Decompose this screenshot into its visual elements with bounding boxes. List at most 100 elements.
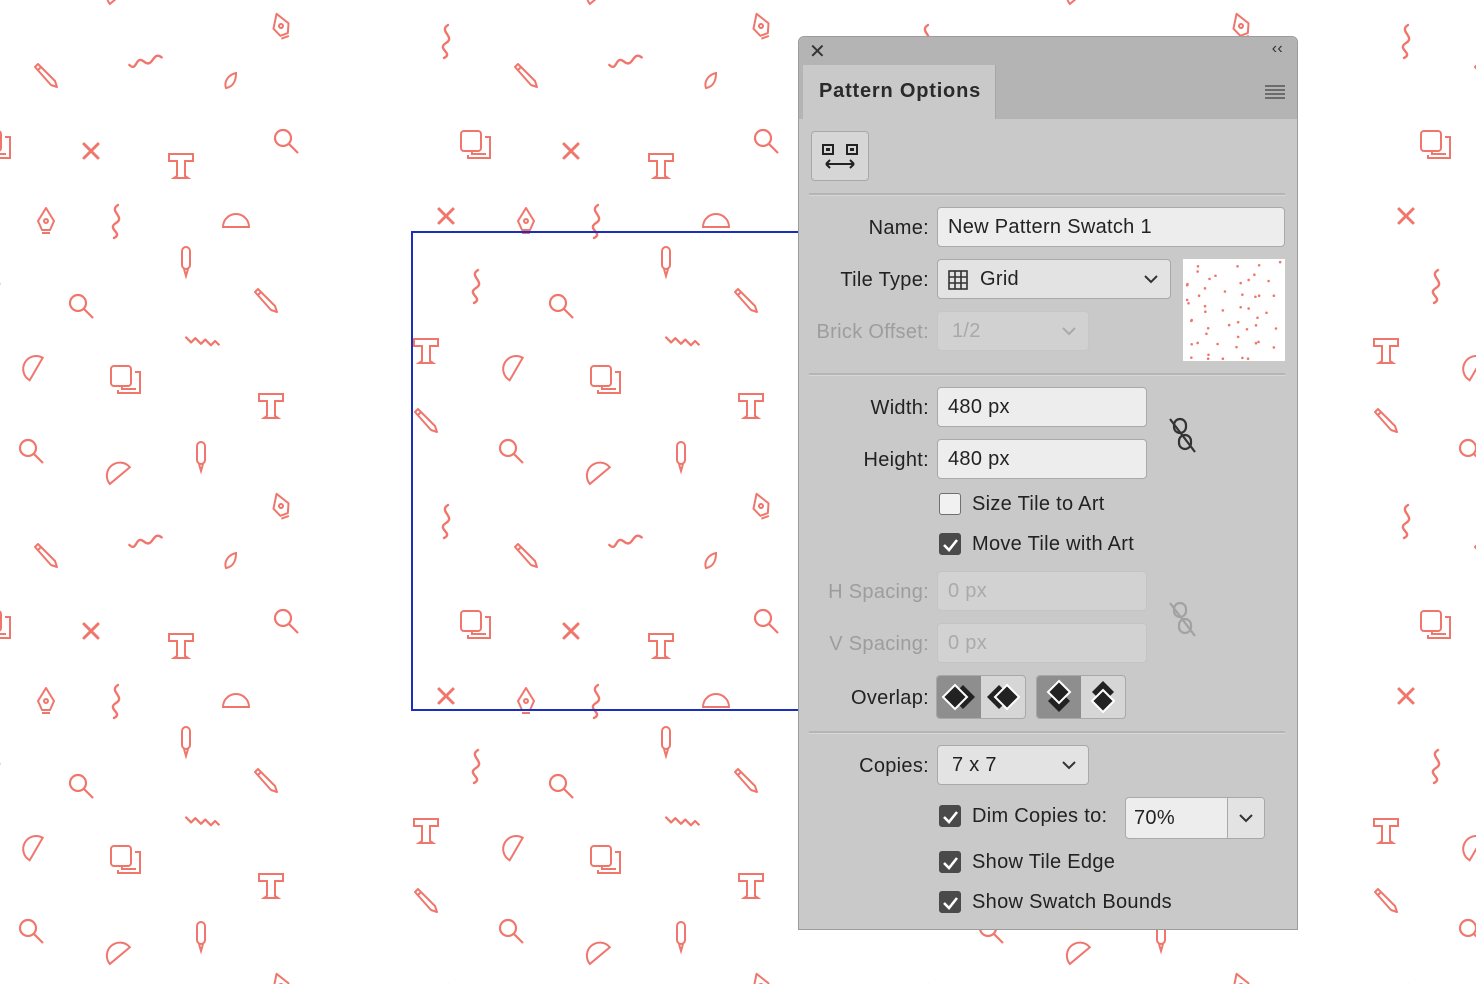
tile-type-select[interactable]: Grid <box>937 259 1171 299</box>
preview-dot <box>1253 273 1256 276</box>
divider <box>809 373 1285 376</box>
pattern-pencil-icon <box>254 768 278 793</box>
pattern-squig-icon <box>1431 748 1441 785</box>
overlap-top-front-button[interactable] <box>1037 676 1081 718</box>
pattern-tile-tool-button[interactable] <box>811 131 869 181</box>
pattern-half-icon <box>702 213 730 228</box>
show-tile-edge-checkbox[interactable] <box>939 851 961 873</box>
preview-dot <box>1223 290 1227 293</box>
pattern-T-icon <box>413 818 439 844</box>
show-tile-edge-label: Show Tile Edge <box>972 851 1116 873</box>
pattern-tile-tool-icon <box>822 144 858 169</box>
move-tile-with-art-label: Move Tile with Art <box>972 533 1135 555</box>
dim-copies-combo[interactable]: 70% <box>1125 797 1265 839</box>
chevron-down-icon <box>1239 814 1253 823</box>
tile-type-label: Tile Type: <box>840 269 929 291</box>
close-icon[interactable]: ✕ <box>809 39 826 64</box>
h-spacing-label: H Spacing: <box>828 581 929 603</box>
panel-menu-icon[interactable] <box>1265 85 1285 99</box>
pattern-squig-icon <box>441 23 451 60</box>
overlap-vertical-group <box>1036 675 1126 719</box>
preview-dot <box>1204 310 1207 313</box>
pattern-options-panel: ✕ ‹‹ Pattern Options Name: New Pattern S… <box>798 36 1298 930</box>
copies-select[interactable]: 7 x 7 <box>937 745 1089 785</box>
overlap-left-front-icon <box>941 683 975 711</box>
grid-icon <box>948 270 968 290</box>
pattern-x-icon <box>562 142 580 160</box>
dim-copies-value[interactable]: 70% <box>1134 798 1175 838</box>
pattern-squares-icon <box>1420 610 1451 639</box>
overlap-bottom-front-button[interactable] <box>1081 676 1125 718</box>
checkmark-icon <box>943 539 959 552</box>
size-tile-to-art-checkbox[interactable] <box>939 493 961 515</box>
chevron-down-icon <box>1062 761 1076 770</box>
pattern-pencil-icon <box>34 543 58 568</box>
pattern-squares-icon <box>110 365 141 394</box>
pattern-stairs-icon <box>184 322 221 360</box>
pattern-squig-icon <box>1401 23 1411 60</box>
tile-edge-bounds[interactable] <box>411 231 811 711</box>
panel-titlebar[interactable]: ✕ ‹‹ <box>799 37 1297 65</box>
pattern-pen-icon <box>517 207 535 234</box>
preview-dot <box>1257 263 1261 267</box>
pattern-pencil-icon <box>1374 888 1398 913</box>
name-field[interactable]: New Pattern Swatch 1 <box>937 207 1285 247</box>
preview-dot <box>1257 294 1261 297</box>
preview-dot <box>1246 357 1250 360</box>
pattern-half-icon <box>580 936 611 965</box>
dim-copies-checkbox[interactable] <box>939 805 961 827</box>
pattern-half-icon <box>17 830 44 862</box>
preview-dot <box>1239 305 1242 309</box>
pattern-drop-icon <box>704 72 717 89</box>
pattern-pencil-icon <box>34 63 58 88</box>
pattern-squig-icon <box>607 51 644 71</box>
preview-dot <box>1186 282 1189 286</box>
pattern-pen-icon <box>268 490 294 522</box>
height-field[interactable]: 480 px <box>937 439 1147 479</box>
pattern-pen-icon <box>748 970 774 984</box>
pattern-T-icon <box>258 873 284 899</box>
pattern-squig-icon <box>127 51 164 71</box>
preview-dot <box>1196 270 1199 273</box>
pattern-T-icon <box>258 393 284 419</box>
show-swatch-bounds-checkbox[interactable] <box>939 891 961 913</box>
brick-offset-label: Brick Offset: <box>816 321 929 343</box>
height-label: Height: <box>863 449 929 471</box>
tab-pattern-options[interactable]: Pattern Options <box>803 65 996 119</box>
preview-dot <box>1203 287 1207 290</box>
preview-dot <box>1206 357 1210 360</box>
divider <box>809 193 1285 196</box>
checkmark-icon <box>943 811 959 824</box>
move-tile-with-art-checkbox[interactable] <box>939 533 961 555</box>
collapse-icon[interactable]: ‹‹ <box>1272 40 1283 58</box>
overlap-right-front-button[interactable] <box>981 676 1025 718</box>
preview-dot <box>1197 294 1201 297</box>
pattern-marker-icon <box>181 726 191 757</box>
pattern-squares-icon <box>1420 130 1451 159</box>
pattern-T-icon <box>1373 338 1399 364</box>
pattern-pencil-icon <box>734 768 758 793</box>
preview-dot <box>1190 356 1193 359</box>
preview-dot <box>1235 345 1238 349</box>
preview-dot <box>1207 353 1210 357</box>
width-field[interactable]: 480 px <box>937 387 1147 427</box>
chevron-down-icon <box>1144 275 1158 284</box>
pattern-pen-icon <box>748 10 774 42</box>
preview-dot <box>1221 357 1225 360</box>
preview-dot <box>1185 298 1189 302</box>
overlap-left-front-button[interactable] <box>937 676 981 718</box>
preview-dot <box>1272 294 1276 297</box>
pattern-mag-icon <box>1458 438 1476 465</box>
preview-dot <box>1254 324 1258 327</box>
pattern-half-icon <box>1457 350 1476 382</box>
preview-dot <box>1190 319 1193 323</box>
pattern-squares-icon <box>0 610 11 639</box>
dim-copies-dropdown-button[interactable] <box>1227 798 1264 838</box>
preview-dot <box>1247 307 1250 310</box>
preview-dot <box>1187 302 1190 305</box>
preview-dot <box>1254 341 1258 345</box>
width-label: Width: <box>870 397 929 419</box>
link-icon[interactable] <box>1165 415 1201 455</box>
pattern-half-icon <box>222 693 250 708</box>
pattern-mag-icon <box>548 773 575 800</box>
